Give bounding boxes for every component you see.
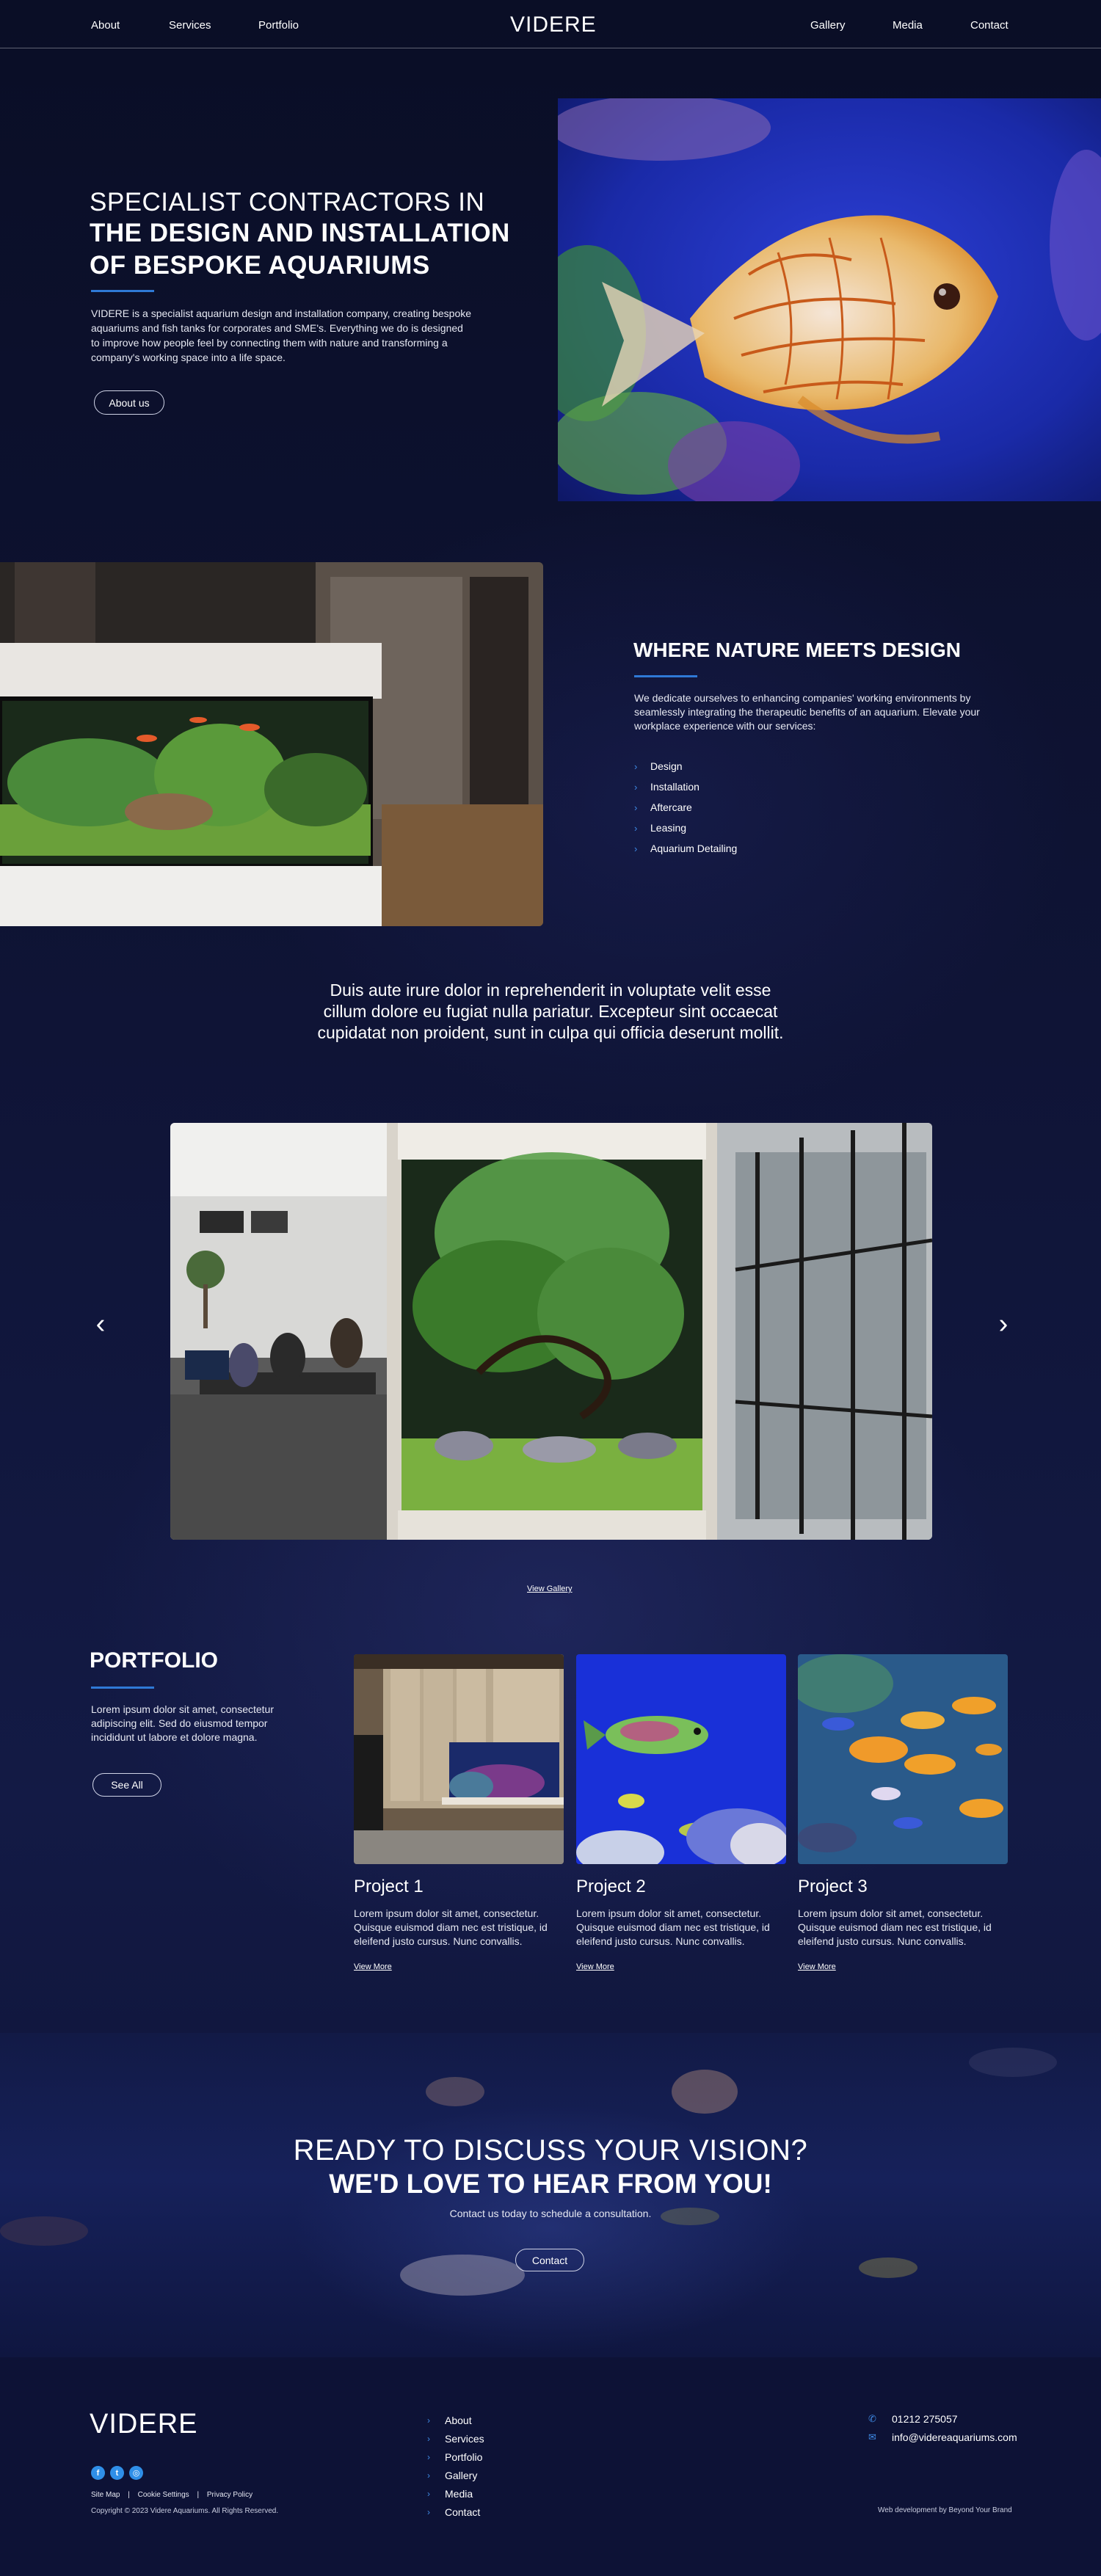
gallery-carousel-image [170,1123,932,1540]
carousel-prev-button[interactable]: ‹ [90,1309,112,1340]
nature-section-title: WHERE NATURE MEETS DESIGN [633,638,961,661]
chevron-right-icon: › [634,781,638,793]
hero-fish-image [558,98,1101,501]
email-icon: ✉ [868,2431,876,2442]
chevron-right-icon: › [427,2433,430,2444]
chevron-right-icon: › [427,2488,430,2499]
portfolio-accent-bar [91,1687,154,1689]
project-2-image[interactable] [576,1654,786,1864]
service-item[interactable]: › Design [634,756,737,776]
top-navigation: About Services Portfolio VIDERE Gallery … [0,0,1101,48]
footer-email[interactable]: ✉ info@videreaquariums.com [868,2431,1017,2443]
cta-heading-light: READY TO DISCUSS YOUR VISION? [293,2134,808,2166]
about-us-button[interactable]: About us [94,390,164,415]
footer-logo[interactable]: VIDERE [90,2409,197,2440]
nav-services[interactable]: Services [169,19,211,32]
site-map-link[interactable]: Site Map [91,2491,120,2499]
nature-description: We dedicate ourselves to enhancing compa… [634,692,980,732]
hero-title-bold: THE DESIGN AND INSTALLATION OF BESPOKE A… [90,219,510,280]
project-3-title: Project 3 [798,1877,868,1896]
footer [0,2357,1101,2576]
project-3-text: Lorem ipsum dolor sit amet, consectetur.… [798,1907,992,1947]
legal-divider: | [128,2491,130,2499]
services-list: › Design › Installation › Aftercare › Leasin… [634,756,737,859]
legal-divider: | [197,2491,200,2499]
service-item[interactable]: › Leasing [634,818,737,838]
nav-contact[interactable]: Contact [970,19,1009,32]
cookie-settings-link[interactable]: Cookie Settings [138,2491,189,2499]
project-3-view-more-link[interactable]: View More [798,1962,836,1971]
hero-title-light: SPECIALIST CONTRACTORS IN [90,188,485,217]
chevron-right-icon: › [427,2470,430,2481]
project-1-image[interactable] [354,1654,564,1864]
project-3-image[interactable] [798,1654,1008,1864]
chevron-right-icon: › [634,843,638,854]
hero-accent-bar [91,290,154,292]
privacy-policy-link[interactable]: Privacy Policy [207,2491,252,2499]
nav-media[interactable]: Media [893,19,923,32]
chevron-right-icon: › [634,822,638,834]
nav-gallery[interactable]: Gallery [810,19,846,32]
chevron-right-icon: › [427,2451,430,2462]
nature-accent-bar [634,675,697,677]
chevron-right-icon: › [427,2415,430,2426]
legal-links: Site Map | Cookie Settings | Privacy Pol… [91,2491,258,2499]
web-credit[interactable]: Web development by Beyond Your Brand [878,2506,1012,2514]
service-item[interactable]: › Aquarium Detailing [634,838,737,859]
service-item[interactable]: › Installation [634,776,737,797]
footer-link-portfolio[interactable]: › Portfolio [427,2448,484,2466]
portfolio-description: Lorem ipsum dolor sit amet, consectetur … [91,1703,274,1743]
footer-phone[interactable]: ✆ 01212 275057 [868,2413,958,2425]
footer-link-gallery[interactable]: › Gallery [427,2466,484,2484]
phone-icon: ✆ [868,2413,876,2424]
service-item[interactable]: › Aftercare [634,797,737,818]
quote-text: Duis aute irure dolor in reprehenderit i… [317,980,784,1042]
view-gallery-link[interactable]: View Gallery [527,1584,573,1593]
chevron-right-icon: › [998,1309,1009,1339]
project-2-view-more-link[interactable]: View More [576,1962,614,1971]
office-aquarium-image [0,562,543,926]
cta-subtitle: Contact us today to schedule a consultat… [449,2208,652,2219]
project-1-view-more-link[interactable]: View More [354,1962,392,1971]
carousel-next-button[interactable]: › [992,1309,1014,1340]
project-1-title: Project 1 [354,1877,424,1896]
footer-link-services[interactable]: › Services [427,2429,484,2448]
copyright-text: Copyright © 2023 Videre Aquariums. All R… [91,2507,279,2515]
facebook-icon[interactable]: f [91,2466,105,2480]
nav-portfolio[interactable]: Portfolio [258,19,299,32]
project-2-title: Project 2 [576,1877,646,1896]
portfolio-title: PORTFOLIO [90,1648,218,1673]
cta-heading-bold: WE'D LOVE TO HEAR FROM YOU! [329,2169,772,2199]
hero-description: VIDERE is a specialist aquarium design a… [91,308,472,363]
footer-link-about[interactable]: › About [427,2411,484,2429]
chevron-left-icon: ‹ [95,1309,106,1339]
footer-link-contact[interactable]: › Contact [427,2503,484,2521]
see-all-button[interactable]: See All [92,1773,161,1797]
project-2-text: Lorem ipsum dolor sit amet, consectetur.… [576,1907,770,1947]
footer-link-media[interactable]: › Media [427,2484,484,2503]
chevron-right-icon: › [634,760,638,772]
site-logo[interactable]: VIDERE [510,12,597,37]
footer-nav: › About › Services › Portfolio › Gallery › Me… [427,2411,484,2521]
nav-about[interactable]: About [91,19,120,32]
instagram-icon[interactable]: ◎ [129,2466,143,2480]
chevron-right-icon: › [634,801,638,813]
chevron-right-icon: › [427,2506,430,2517]
contact-button[interactable]: Contact [515,2249,584,2271]
project-1-text: Lorem ipsum dolor sit amet, consectetur.… [354,1907,548,1947]
twitter-icon[interactable]: t [110,2466,124,2480]
